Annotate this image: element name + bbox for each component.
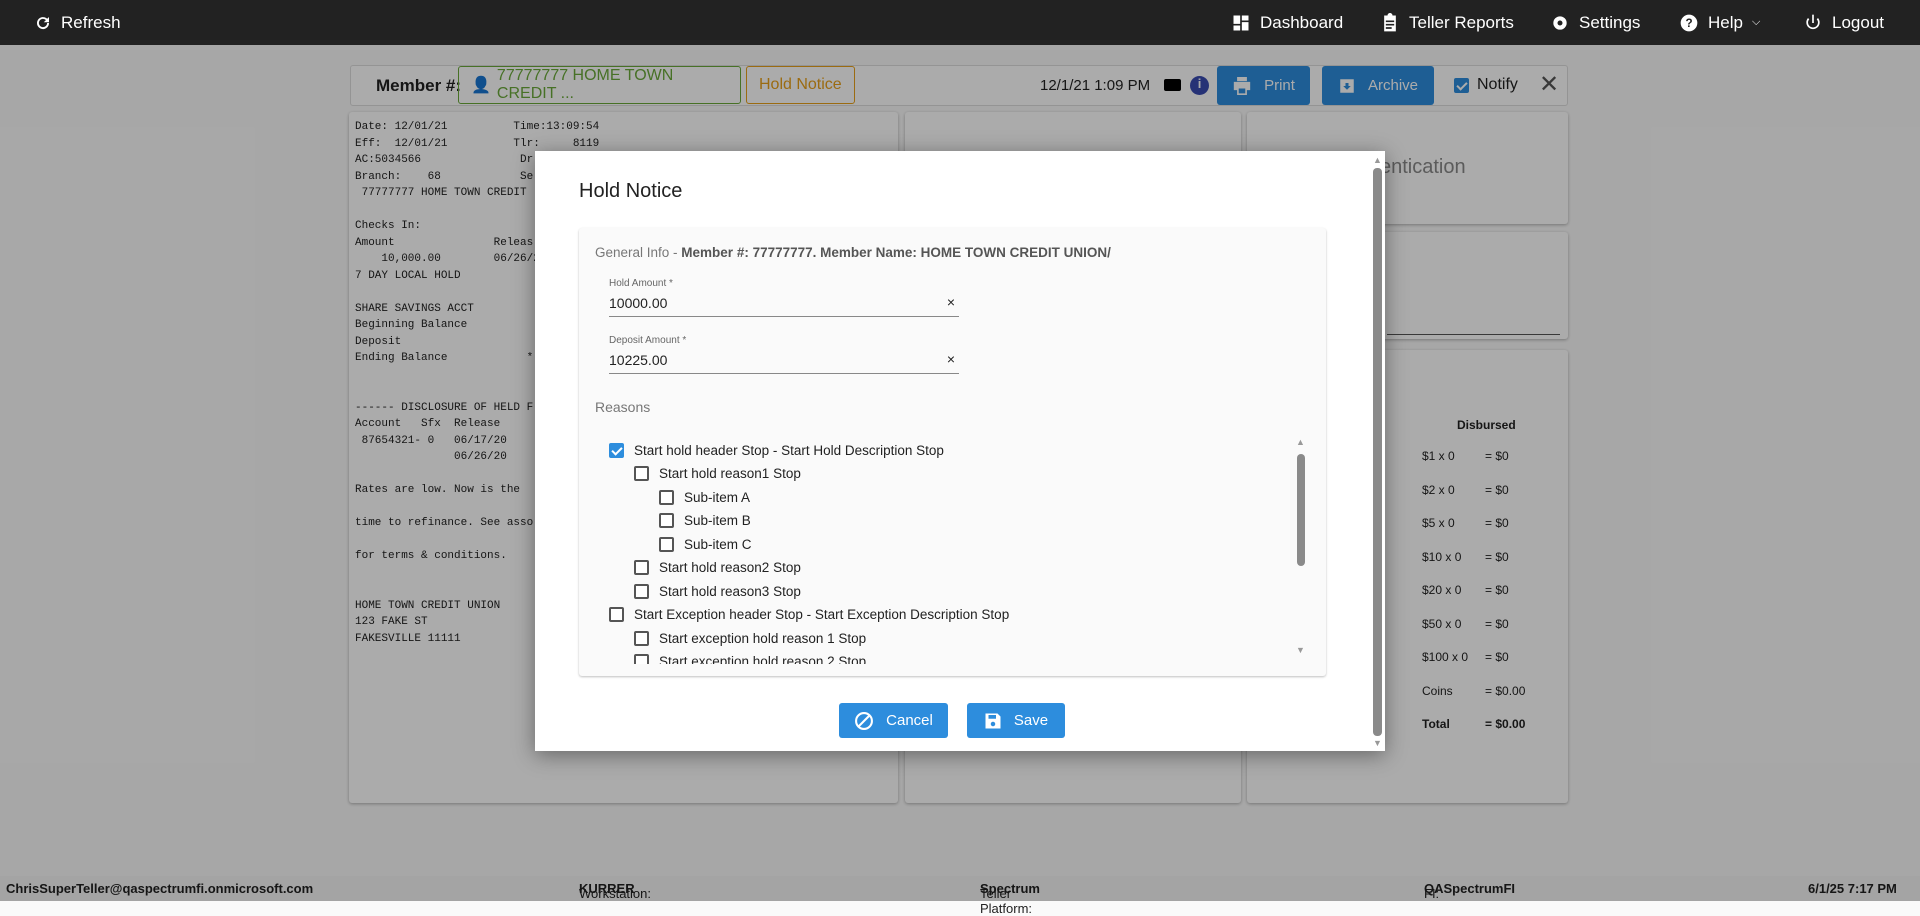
- teller-reports-button[interactable]: Teller Reports: [1380, 0, 1514, 45]
- checkbox-icon[interactable]: [659, 489, 674, 505]
- checkbox-icon[interactable]: [634, 583, 649, 599]
- reason-label: Start hold reason1 Stop: [659, 466, 801, 481]
- dashboard-label: Dashboard: [1260, 12, 1344, 32]
- refresh-label: Refresh: [61, 12, 121, 32]
- save-button[interactable]: Save: [967, 703, 1065, 738]
- reason-label: Start hold header Stop - Start Hold Desc…: [634, 442, 944, 458]
- reason-item[interactable]: Start hold reason1 Stop: [634, 464, 801, 484]
- checkbox-icon[interactable]: [634, 560, 649, 575]
- power-icon: [1806, 14, 1820, 29]
- member-info: Member #: 77777777. Member Name: HOME TO…: [681, 245, 1111, 260]
- reason-label: Start Exception header Stop - Start Exce…: [634, 607, 1010, 622]
- teller-reports-label: Teller Reports: [1409, 12, 1514, 32]
- checkbox-icon[interactable]: [659, 536, 674, 552]
- hold-notice-dialog: Hold Notice General Info - Member #: 777…: [535, 151, 1385, 751]
- reason-label: Sub-item B: [684, 513, 751, 528]
- reason-label: Start hold reason2 Stop: [659, 560, 801, 575]
- reasons-scrollbar[interactable]: ▲ ▼: [1295, 437, 1307, 670]
- gear-icon: [1553, 15, 1567, 30]
- save-label: Save: [1013, 712, 1049, 729]
- clipboard-icon: [1384, 12, 1396, 31]
- svg-text:?: ?: [1685, 17, 1692, 30]
- scroll-up-icon[interactable]: ▲: [1373, 155, 1382, 165]
- reasons-scroll-thumb[interactable]: [1297, 454, 1305, 566]
- reason-item[interactable]: Start exception hold reason 1 Stop: [634, 628, 866, 648]
- reason-label: Start exception hold reason 1 Stop: [659, 630, 867, 646]
- help-label: Help: [1708, 12, 1743, 32]
- settings-label: Settings: [1579, 12, 1641, 32]
- reasons-tree: Start hold header Stop - Start Hold Desc…: [609, 440, 1309, 664]
- checkbox-icon[interactable]: [659, 513, 674, 528]
- dialog-scrollbar[interactable]: ▲ ▼: [1369, 151, 1385, 751]
- scroll-down-icon[interactable]: ▼: [1373, 738, 1382, 748]
- reasons-label: Reasons: [595, 399, 651, 415]
- hold-amount-label: Hold Amount *: [609, 278, 673, 289]
- general-info-label: General Info -: [595, 245, 682, 260]
- dialog-scroll-thumb[interactable]: [1373, 168, 1382, 736]
- hold-amount-field[interactable]: Hold Amount * 10000.00 ×: [609, 278, 959, 317]
- top-nav-bar: Refresh Dashboard Teller Reports Setting…: [0, 0, 1920, 45]
- refresh-button[interactable]: Refresh: [34, 0, 121, 45]
- scroll-down-icon[interactable]: ▼: [1296, 645, 1305, 655]
- reason-item[interactable]: Start hold reason2 Stop: [634, 558, 801, 578]
- reason-item[interactable]: Start exception hold reason 2 Stop: [634, 652, 867, 664]
- reason-item[interactable]: Start hold header Stop - Start Hold Desc…: [609, 440, 944, 460]
- reason-label: Start hold reason3 Stop: [659, 583, 801, 599]
- deposit-amount-label: Deposit Amount *: [609, 335, 687, 346]
- checkbox-icon[interactable]: [609, 607, 624, 622]
- deposit-amount-field[interactable]: Deposit Amount * 10225.00 ×: [609, 335, 959, 374]
- cancel-label: Cancel: [886, 712, 933, 729]
- cancel-icon: [855, 711, 874, 730]
- reason-item[interactable]: Sub-item A: [659, 487, 750, 507]
- checkbox-icon[interactable]: [634, 630, 649, 646]
- reason-label: Sub-item C: [684, 536, 752, 552]
- reason-item[interactable]: Start hold reason3 Stop: [634, 581, 801, 601]
- logout-label: Logout: [1832, 12, 1884, 32]
- chevron-down-icon: ⌵: [1751, 16, 1761, 28]
- checkbox-icon[interactable]: [634, 654, 649, 664]
- cancel-button[interactable]: Cancel: [839, 703, 948, 738]
- checkbox-icon[interactable]: [634, 466, 649, 481]
- reason-item[interactable]: Sub-item B: [659, 511, 751, 531]
- refresh-icon: [37, 16, 50, 29]
- logout-button[interactable]: Logout: [1803, 0, 1884, 45]
- help-icon: ?: [1680, 14, 1698, 31]
- settings-button[interactable]: Settings: [1550, 0, 1640, 45]
- checkbox-icon[interactable]: [609, 442, 624, 458]
- hold-amount-input[interactable]: 10000.00: [609, 295, 959, 316]
- help-menu[interactable]: ? Help ⌵: [1679, 0, 1760, 45]
- reason-label: Start exception hold reason 2 Stop: [659, 654, 867, 664]
- scroll-up-icon[interactable]: ▲: [1296, 437, 1305, 447]
- dashboard-icon: [1233, 15, 1249, 30]
- save-icon: [985, 713, 1001, 728]
- dashboard-button[interactable]: Dashboard: [1231, 0, 1343, 45]
- reason-item[interactable]: Start Exception header Stop - Start Exce…: [609, 605, 1009, 625]
- deposit-amount-input[interactable]: 10225.00: [609, 352, 959, 373]
- clear-icon[interactable]: ×: [947, 351, 955, 367]
- reason-label: Sub-item A: [684, 489, 751, 505]
- general-info-card: General Info - Member #: 77777777. Membe…: [579, 228, 1326, 676]
- clear-icon[interactable]: ×: [947, 294, 955, 310]
- dialog-title: Hold Notice: [579, 180, 683, 202]
- reason-item[interactable]: Sub-item C: [659, 534, 752, 554]
